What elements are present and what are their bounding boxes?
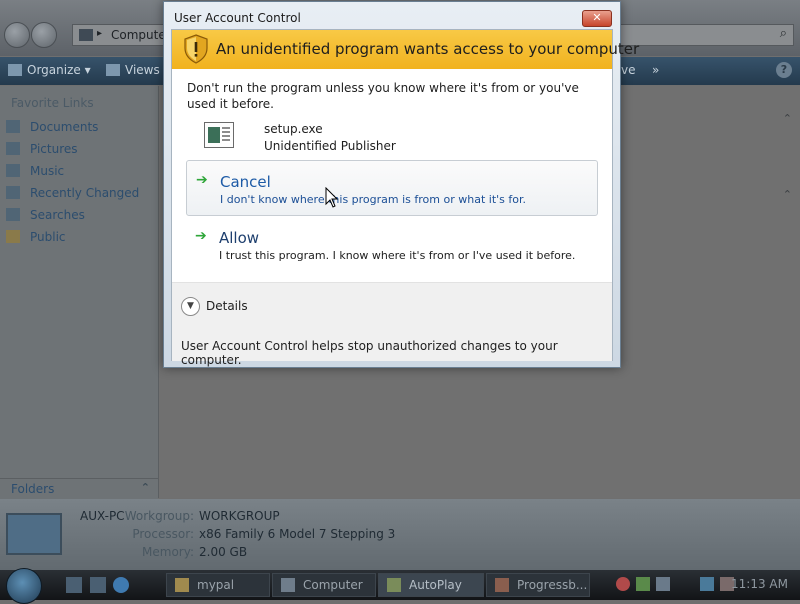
details-section: ▼ Details User Account Control helps sto… bbox=[172, 282, 612, 367]
favorite-link-music[interactable]: Music bbox=[6, 164, 64, 178]
more-commands-button[interactable]: » bbox=[652, 63, 659, 77]
views-icon bbox=[106, 64, 120, 76]
security-alert-icon[interactable] bbox=[616, 577, 630, 591]
computer-icon bbox=[79, 29, 93, 41]
start-button[interactable] bbox=[6, 568, 42, 604]
arrow-right-icon: ➔ bbox=[195, 228, 207, 244]
favorite-link-recently-changed[interactable]: Recently Changed bbox=[6, 186, 139, 200]
mouse-cursor-icon bbox=[325, 187, 339, 208]
internet-explorer-icon[interactable] bbox=[113, 577, 129, 593]
detail-label: Memory: bbox=[142, 545, 194, 559]
autoplay-icon bbox=[387, 578, 401, 592]
details-toggle[interactable]: Details bbox=[206, 299, 248, 313]
publisher-name: Unidentified Publisher bbox=[264, 139, 396, 153]
close-button[interactable]: ✕ bbox=[582, 10, 612, 27]
detail-value: WORKGROUP bbox=[199, 509, 280, 523]
cancel-option-button[interactable]: ➔ Cancel I don't know where this program… bbox=[186, 160, 598, 216]
detail-value: 2.00 GB bbox=[199, 545, 248, 559]
cancel-title: Cancel bbox=[220, 173, 271, 191]
detail-label: Processor: bbox=[132, 527, 194, 541]
arrow-right-icon: ➔ bbox=[196, 172, 208, 188]
public-folder-icon bbox=[6, 230, 20, 243]
computer-icon bbox=[281, 578, 295, 592]
application-icon bbox=[495, 578, 509, 592]
favorite-link-public[interactable]: Public bbox=[6, 230, 66, 244]
chevron-up-icon: ⌃ bbox=[140, 481, 150, 494]
back-button[interactable] bbox=[4, 22, 30, 48]
allow-title: Allow bbox=[219, 229, 260, 247]
documents-icon bbox=[6, 120, 20, 133]
taskbar-button-computer[interactable]: Computer bbox=[272, 573, 376, 597]
network-icon[interactable] bbox=[700, 577, 714, 591]
favorite-links-title: Favorite Links bbox=[11, 96, 94, 110]
folders-toggle[interactable]: Folders ⌃ bbox=[0, 478, 158, 499]
shield-tray-icon[interactable] bbox=[636, 577, 650, 591]
shield-warning-icon bbox=[184, 34, 208, 64]
dialog-title: User Account Control bbox=[174, 11, 301, 25]
music-icon bbox=[6, 164, 20, 177]
favorite-link-pictures[interactable]: Pictures bbox=[6, 142, 78, 156]
allow-option-button[interactable]: ➔ Allow I trust this program. I know whe… bbox=[186, 217, 598, 273]
computer-icon bbox=[6, 513, 62, 555]
allow-description: I trust this program. I know where it's … bbox=[219, 249, 576, 262]
close-icon: ✕ bbox=[592, 11, 602, 24]
favorite-link-searches[interactable]: Searches bbox=[6, 208, 85, 222]
details-pane: AUX-PC Workgroup: WORKGROUP Processor: x… bbox=[0, 499, 800, 570]
searches-icon bbox=[6, 208, 20, 221]
organize-icon bbox=[8, 64, 22, 76]
banner-message: An unidentified program wants access to … bbox=[216, 40, 640, 58]
search-icon[interactable]: ⌕ bbox=[780, 26, 787, 41]
tray-icon[interactable] bbox=[656, 577, 670, 591]
program-name: setup.exe bbox=[264, 122, 323, 136]
pictures-icon bbox=[6, 142, 20, 155]
clock[interactable]: 11:13 AM bbox=[731, 577, 788, 591]
chevron-down-icon[interactable]: ▼ bbox=[181, 297, 200, 316]
detail-label: Workgroup: bbox=[124, 509, 194, 523]
taskbar-button-progressbar[interactable]: Progressb... bbox=[486, 573, 590, 597]
command-partial[interactable]: ve bbox=[621, 63, 635, 77]
favorite-link-documents[interactable]: Documents bbox=[6, 120, 98, 134]
show-desktop-icon[interactable] bbox=[66, 577, 82, 593]
collapse-group-icon[interactable]: ⌃ bbox=[783, 112, 792, 125]
folders-label: Folders bbox=[11, 482, 55, 496]
collapse-group-icon[interactable]: ⌃ bbox=[783, 188, 792, 201]
program-icon bbox=[204, 122, 234, 148]
chevron-right-icon: ▸ bbox=[97, 28, 103, 39]
taskbar: mypal Computer AutoPlay Progressb... 11:… bbox=[0, 568, 800, 604]
cancel-description: I don't know where this program is from … bbox=[220, 193, 527, 206]
footer-text: User Account Control helps stop unauthor… bbox=[181, 339, 558, 367]
help-icon[interactable]: ? bbox=[776, 62, 792, 78]
taskbar-button-mypal[interactable]: mypal bbox=[166, 573, 270, 597]
dialog-body: An unidentified program wants access to … bbox=[171, 29, 639, 367]
warning-banner: An unidentified program wants access to … bbox=[172, 30, 639, 69]
taskbar-button-autoplay[interactable]: AutoPlay bbox=[378, 573, 484, 597]
uac-dialog: User Account Control ✕ An unidentified p… bbox=[163, 1, 639, 368]
switch-windows-icon[interactable] bbox=[90, 577, 106, 593]
folder-icon bbox=[175, 578, 189, 592]
recently-changed-icon bbox=[6, 186, 20, 199]
address-crumb[interactable]: Compute bbox=[111, 28, 166, 42]
organize-button[interactable]: Organize ▾ bbox=[8, 63, 91, 77]
navigation-pane: Favorite Links Documents Pictures Music … bbox=[0, 86, 159, 499]
forward-button[interactable] bbox=[31, 22, 57, 48]
views-button[interactable]: Views bbox=[106, 63, 160, 77]
detail-value: x86 Family 6 Model 7 Stepping 3 bbox=[199, 527, 396, 541]
warning-text: Don't run the program unless you know wh… bbox=[187, 81, 579, 111]
